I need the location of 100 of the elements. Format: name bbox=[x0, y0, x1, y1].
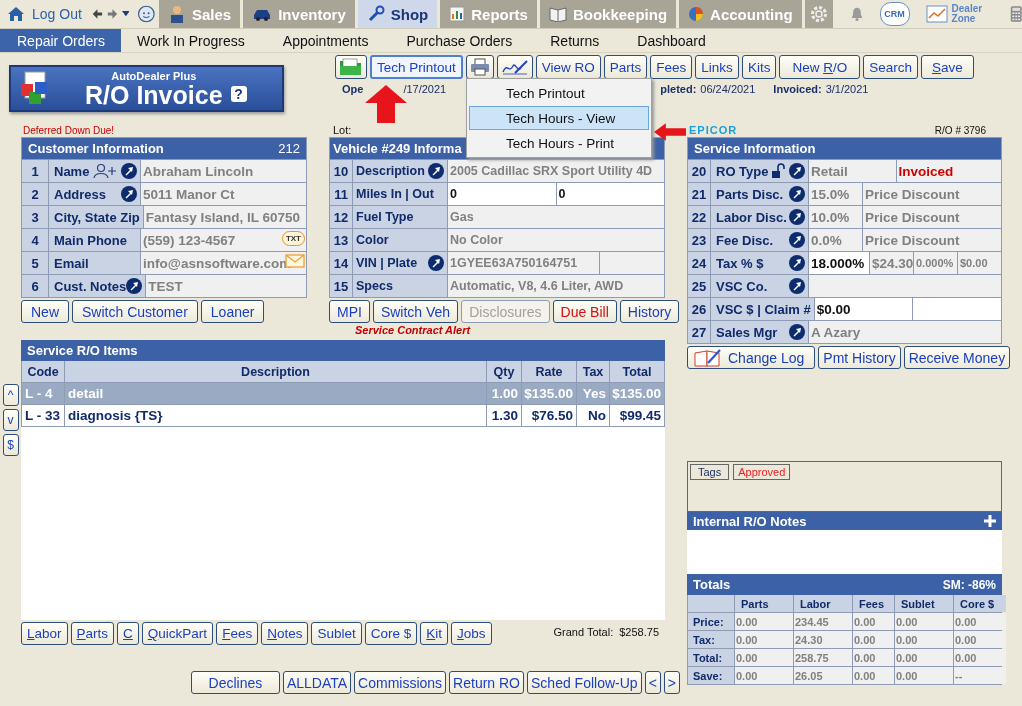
item-action-button[interactable]: Core $ bbox=[364, 622, 418, 645]
toolbar-button[interactable]: Search bbox=[863, 55, 918, 79]
calculator-icon[interactable] bbox=[1009, 3, 1022, 25]
item-row[interactable]: L - 33 diagnosis {TS} 1.30 $76.50 No $99.45 bbox=[21, 405, 665, 427]
toolbar-button[interactable]: Fees bbox=[650, 55, 693, 79]
input-field[interactable] bbox=[912, 298, 1001, 320]
table-cell: 0.00 bbox=[853, 667, 894, 684]
input-field[interactable]: 0 bbox=[556, 183, 664, 205]
back-icon[interactable] bbox=[91, 7, 103, 21]
table-cell: detail bbox=[65, 383, 486, 404]
field-label: Parts Disc. bbox=[716, 186, 784, 202]
folder-button[interactable] bbox=[335, 55, 367, 79]
table-cell: 0.00 bbox=[735, 649, 793, 666]
panel-button[interactable]: Due Bill bbox=[552, 300, 617, 323]
panel-button[interactable]: Switch Customer bbox=[72, 300, 198, 323]
bottom-button[interactable]: Return RO bbox=[449, 671, 524, 694]
sub-tab[interactable]: Purchase Orders bbox=[390, 29, 529, 52]
bottom-button[interactable]: ALLDATA bbox=[282, 671, 352, 694]
row-number: 3 bbox=[22, 206, 48, 228]
table-cell: 0.00 bbox=[895, 667, 953, 684]
item-action-button[interactable]: Labor bbox=[21, 622, 68, 645]
field-label: Name bbox=[54, 163, 90, 179]
toolbar-button[interactable]: View RO bbox=[535, 55, 601, 79]
home-icon[interactable] bbox=[6, 5, 26, 23]
field-value: Price Discount bbox=[863, 206, 1001, 228]
tag[interactable]: Tags bbox=[690, 464, 730, 480]
item-action-button[interactable]: Parts bbox=[70, 622, 115, 645]
item-action-button[interactable]: Notes bbox=[261, 622, 309, 645]
bottom-button[interactable]: Commissions bbox=[354, 671, 447, 694]
dropdown-caret-icon[interactable] bbox=[121, 10, 130, 18]
module-tab[interactable]: Shop bbox=[357, 0, 438, 28]
bottom-button[interactable]: Sched Follow-Up bbox=[527, 671, 642, 694]
car-icon bbox=[252, 7, 273, 21]
menu-item[interactable]: Tech Hours - Print bbox=[469, 131, 649, 155]
column-header: Tax bbox=[577, 361, 609, 382]
add-icon[interactable] bbox=[984, 515, 996, 527]
row-number: 21 bbox=[688, 183, 710, 205]
bottom-button[interactable]: > bbox=[663, 671, 680, 694]
panel-button[interactable]: Loaner bbox=[200, 300, 265, 323]
sub-tab[interactable]: Dashboard bbox=[621, 29, 722, 52]
toolbar-button[interactable]: Links bbox=[695, 55, 739, 79]
table-cell: 24.30 bbox=[794, 631, 852, 648]
side-button[interactable]: $ bbox=[2, 434, 19, 456]
toolbar-button[interactable]: Save bbox=[920, 55, 974, 79]
invoiced-date: 3/1/2021 bbox=[825, 83, 869, 95]
panel-button[interactable]: MPI bbox=[329, 300, 370, 323]
toolbar-button[interactable]: New R/O bbox=[779, 55, 861, 79]
panel-button[interactable]: History bbox=[619, 300, 680, 323]
sub-tab[interactable]: Returns bbox=[534, 29, 616, 52]
service-button[interactable]: Change Log bbox=[687, 346, 816, 369]
panel-button[interactable]: New bbox=[21, 300, 69, 323]
field-label: VIN | Plate bbox=[356, 256, 418, 270]
item-action-button[interactable]: Jobs bbox=[451, 622, 492, 645]
crm-cloud-icon[interactable]: CRM bbox=[879, 2, 910, 26]
input-field[interactable]: $0.00 bbox=[814, 298, 912, 320]
service-contract-alert[interactable]: Service Contract Alert bbox=[355, 324, 665, 336]
add-person-icon[interactable] bbox=[93, 163, 117, 179]
help-button[interactable]: ? bbox=[230, 85, 247, 102]
tag[interactable]: Approved bbox=[733, 464, 791, 480]
chart-window-icon[interactable] bbox=[925, 5, 948, 23]
toolbar-button[interactable]: Tech Printout bbox=[370, 55, 463, 79]
logout-link[interactable]: Log Out bbox=[6, 5, 82, 23]
row-number: 27 bbox=[688, 321, 710, 343]
sub-tab[interactable]: Repair Orders bbox=[0, 29, 121, 52]
panel-button[interactable]: Switch Veh bbox=[372, 300, 459, 323]
pie-chart-icon bbox=[688, 6, 705, 22]
item-action-button[interactable]: Kit bbox=[420, 622, 448, 645]
item-action-button[interactable]: C bbox=[117, 622, 139, 645]
field-label: Description bbox=[356, 164, 425, 178]
printer-button[interactable] bbox=[465, 55, 494, 79]
forward-icon[interactable] bbox=[106, 7, 118, 21]
bottom-button[interactable]: < bbox=[644, 671, 661, 694]
signature-button[interactable] bbox=[496, 55, 533, 79]
unlocked-padlock-icon[interactable] bbox=[771, 163, 785, 179]
row-number: 13 bbox=[330, 229, 352, 251]
item-action-button[interactable]: Fees bbox=[216, 622, 259, 645]
book-icon bbox=[548, 6, 567, 22]
service-button[interactable]: Pmt History bbox=[818, 346, 901, 369]
side-button[interactable]: ^ bbox=[2, 384, 19, 406]
sub-tab[interactable]: Work In Progress bbox=[120, 29, 261, 52]
item-action-button[interactable]: QuickPart bbox=[141, 622, 214, 645]
side-button[interactable]: v bbox=[2, 409, 19, 431]
field-value: A Azary bbox=[809, 321, 1001, 343]
row-number: 14 bbox=[330, 252, 352, 274]
menu-item[interactable]: Tech Hours - View bbox=[469, 106, 649, 130]
table-cell: 0.00 bbox=[853, 631, 894, 648]
toolbar-button[interactable]: Parts bbox=[603, 55, 648, 79]
row-number: 10 bbox=[330, 160, 352, 182]
sub-tab[interactable]: Appointments bbox=[266, 29, 385, 52]
menu-item[interactable]: Tech Printout bbox=[469, 81, 649, 105]
service-button[interactable]: Receive Money bbox=[903, 346, 1011, 369]
input-field[interactable]: 18.000% bbox=[809, 252, 869, 274]
logo-brand: AutoDealer Plus bbox=[111, 69, 197, 82]
bottom-button[interactable]: Declines bbox=[191, 671, 280, 694]
item-action-button[interactable]: Sublet bbox=[311, 622, 362, 645]
column-header: Parts bbox=[735, 595, 793, 612]
table-cell: 0.00 bbox=[853, 613, 894, 630]
toolbar-button[interactable]: Kits bbox=[741, 55, 777, 79]
table-cell: 0.00 bbox=[895, 613, 953, 630]
input-field[interactable]: 0 bbox=[448, 183, 556, 205]
